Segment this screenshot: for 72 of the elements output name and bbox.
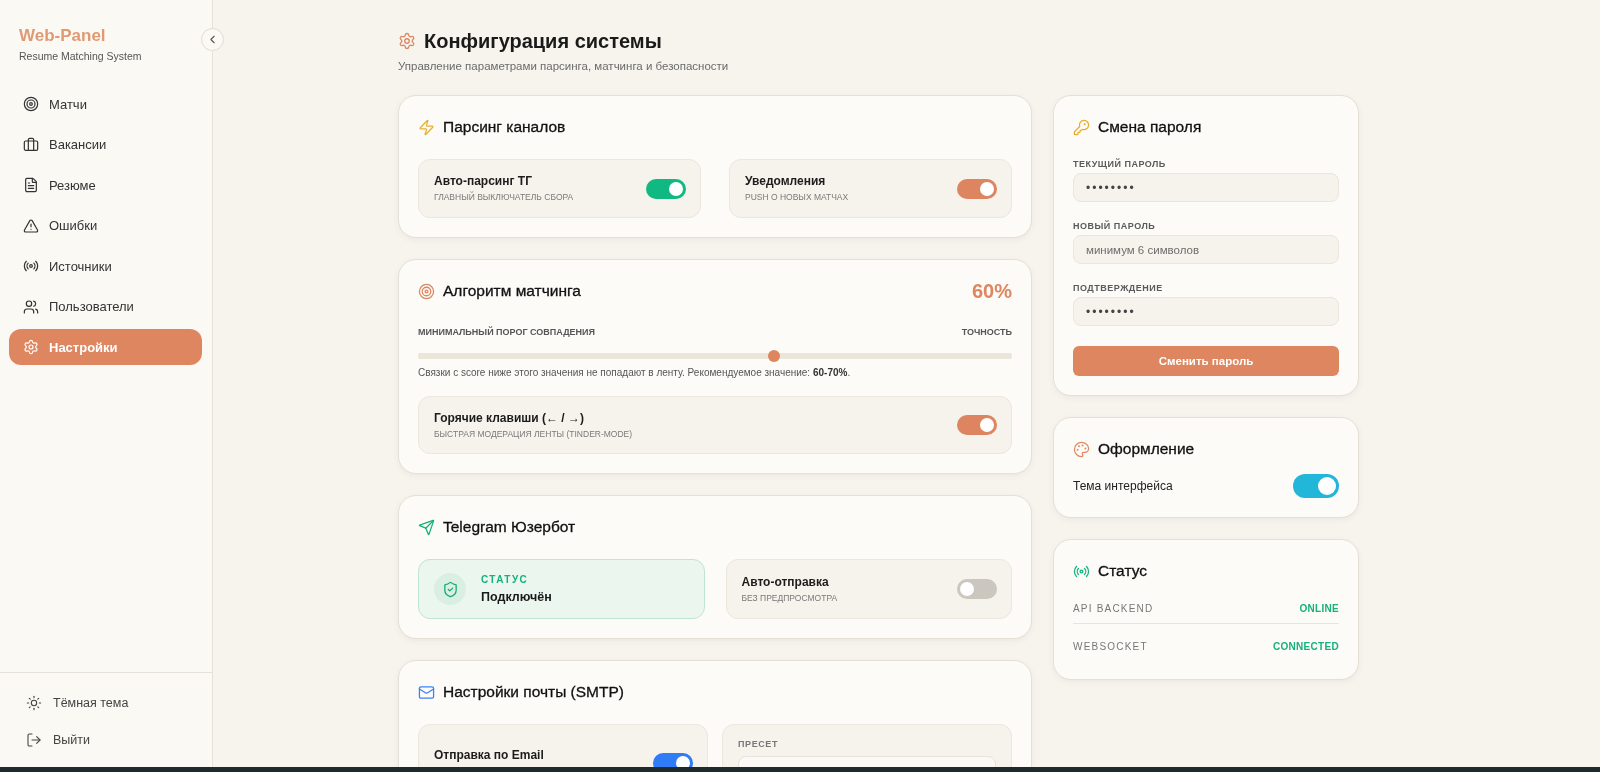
service-name: WEBSOCKET: [1073, 640, 1148, 654]
palette-icon: [1073, 440, 1090, 458]
nav-item[interactable]: Матчи: [9, 86, 202, 122]
toggle-switch[interactable]: [957, 579, 997, 599]
card-title: Оформление: [1098, 439, 1195, 459]
setting-hint: БЫСТРАЯ МОДЕРАЦИЯ ЛЕНТЫ (TINDER-MODE): [434, 428, 633, 440]
theme-label: Тема интерфейса: [1073, 478, 1173, 494]
warning-icon: [23, 217, 39, 234]
setting-label: Уведомления: [745, 174, 826, 189]
page-subtitle: Управление параметрами парсинга, матчинга и безопасности: [398, 59, 729, 74]
card-title: Смена пароля: [1098, 117, 1202, 137]
field-label: ТЕКУЩИЙ ПАРОЛЬ: [1073, 159, 1166, 170]
setting-label: Горячие клавиши (← / →): [434, 410, 584, 426]
page-title: Конфигурация системы: [424, 29, 662, 54]
password-field[interactable]: минимум 6 символов: [1073, 235, 1339, 264]
target-icon: [23, 96, 39, 112]
app-subtitle: Resume Matching System: [19, 50, 142, 63]
service-status: CONNECTED: [1272, 640, 1339, 654]
nav-item[interactable]: Ошибки: [9, 207, 202, 244]
nav-item[interactable]: Пользователи: [9, 288, 202, 325]
service-status: ONLINE: [1299, 602, 1339, 616]
password-field[interactable]: ••••••••: [1073, 173, 1339, 202]
settings-icon: [398, 32, 416, 50]
slider-thumb[interactable]: [768, 350, 781, 362]
card-title: Настройки почты (SMTP): [443, 682, 624, 702]
toggle-switch[interactable]: [957, 178, 997, 199]
collapse-button[interactable]: [201, 28, 224, 51]
toggle-switch[interactable]: [1293, 474, 1339, 498]
field-label: ПОДТВЕРЖДЕНИЕ: [1073, 283, 1163, 294]
status-value: Подключён: [481, 589, 552, 605]
preset-label: ПРЕСЕТ: [738, 739, 779, 750]
nav-item[interactable]: Вакансии: [9, 126, 202, 163]
document-icon: [23, 177, 39, 193]
setting-hint: PUSH О НОВЫХ МАТЧАХ: [745, 192, 849, 203]
field-label: НОВЫЙ ПАРОЛЬ: [1073, 221, 1156, 232]
threshold-value: 60%: [971, 279, 1012, 303]
card-title: Статус: [1098, 561, 1147, 581]
slider-label: МИНИМАЛЬНЫЙ ПОРОГ СОВПАДЕНИЯ: [418, 325, 595, 339]
status-label: СТАТУС: [481, 573, 529, 586]
toggle-switch[interactable]: [957, 415, 997, 435]
service-name: API BACKEND: [1073, 602, 1154, 616]
nav-item[interactable]: Источники: [9, 248, 202, 284]
key-icon: [1073, 118, 1090, 136]
briefcase-icon: [23, 136, 39, 153]
users-icon: [23, 298, 39, 315]
lightning-icon: [418, 118, 435, 136]
broadcast-icon: [23, 258, 39, 274]
card-title: Алгоритм матчинга: [443, 281, 581, 301]
logout-button[interactable]: Выйти: [17, 725, 90, 755]
settings-icon: [23, 339, 39, 355]
setting-label: Отправка по Email: [434, 748, 544, 763]
threshold-note: Связки с score ниже этого значения не попадают в ленту. Рекомендуемое значение: 60-70%.: [418, 366, 851, 380]
setting-label: Авто-парсинг ТГ: [434, 174, 532, 189]
slider-end-label: ТОЧНОСТЬ: [961, 326, 1012, 339]
target-icon: [418, 282, 435, 300]
theme-button[interactable]: Тёмная тема: [17, 688, 129, 718]
nav-item[interactable]: Резюме: [9, 167, 202, 203]
card-title: Telegram Юзербот: [443, 517, 576, 537]
setting-label: Авто-отправка: [741, 574, 829, 590]
slider-track[interactable]: [418, 350, 1012, 362]
card-title: Парсинг каналов: [443, 117, 566, 137]
toggle-switch[interactable]: [653, 752, 693, 767]
app-name: Web-Panel: [19, 26, 106, 46]
shield-check-icon: [434, 573, 466, 605]
logout-icon: [26, 732, 42, 748]
password-field[interactable]: ••••••••: [1073, 297, 1339, 326]
envelope-icon: [418, 683, 435, 701]
sun-icon: [26, 695, 42, 711]
setting-hint: ГЛАВНЫЙ ВЫКЛЮЧАТЕЛЬ СБОРА: [434, 192, 574, 203]
paper-plane-icon: [418, 518, 435, 536]
setting-hint: БЕЗ ПРЕДПРОСМОТРА: [741, 592, 838, 604]
toggle-switch[interactable]: [646, 178, 686, 199]
